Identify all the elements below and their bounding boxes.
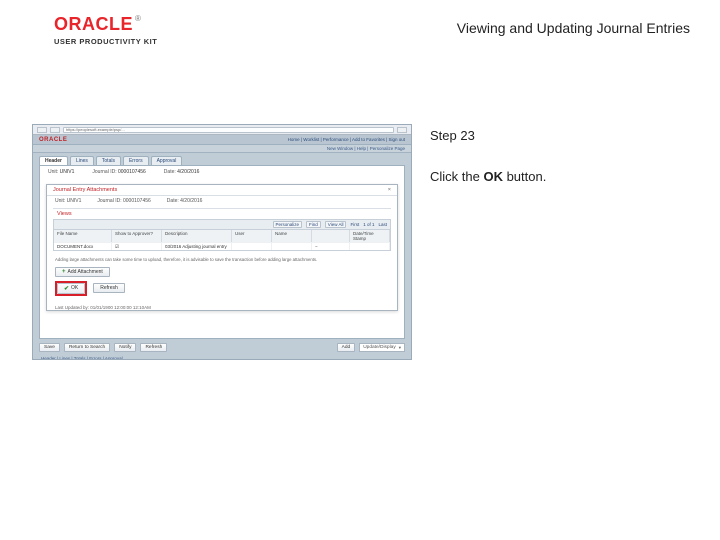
col-user: User — [232, 230, 272, 242]
app-header-links[interactable]: Home | Worklist | Performance | Add to F… — [288, 137, 405, 142]
ok-button-highlight: ✔OK — [55, 281, 87, 296]
header-fields: Unit: UNIV1 Journal ID: 0000107456 Date:… — [40, 166, 404, 178]
dialog-unit-value: UNIV1 — [67, 198, 82, 204]
cell-name — [272, 242, 312, 250]
journalid-value: 0000107456 — [118, 169, 146, 175]
brand-subtitle: USER PRODUCTIVITY KIT — [54, 37, 157, 46]
cell-description[interactable]: 03/2016 Adjusting journal entry — [162, 242, 232, 250]
dialog-header-fields: Unit: UNIV1 Journal ID: 0000107456 Date:… — [47, 196, 397, 206]
cell-filename[interactable]: DOCUMENT.docx — [54, 242, 112, 250]
embedded-screenshot: https://peoplesoft.example/psp/... ORACL… — [32, 124, 412, 360]
browser-toolbar: https://peoplesoft.example/psp/... — [33, 125, 411, 135]
tab-totals[interactable]: Totals — [96, 156, 121, 165]
tab-strip: Header Lines Totals Errors Approval — [33, 153, 411, 165]
instruction-text: Click the OK button. — [430, 169, 690, 184]
return-search-button[interactable]: Return to Search — [64, 343, 110, 352]
cell-showapprover[interactable]: ☑ — [112, 242, 162, 250]
tab-approval[interactable]: Approval — [151, 156, 183, 165]
save-button[interactable]: Save — [39, 343, 60, 352]
ok-label: OK — [71, 285, 78, 291]
last-updated-value: 01/01/1900 12:00:00 12:10AM — [90, 305, 151, 310]
date-label: Date: — [164, 169, 176, 175]
journalid-label: Journal ID: — [92, 169, 116, 175]
dialog-date-label: Date: — [167, 198, 179, 204]
last-updated: Last Updated by: 01/01/1900 12:00:00 12:… — [47, 302, 397, 310]
instruction-before: Click the — [430, 169, 483, 184]
grid-viewall[interactable]: View All — [325, 221, 347, 228]
check-icon: ✔ — [64, 285, 69, 292]
col-filename: File Name — [54, 230, 112, 242]
refresh-button[interactable]: Refresh — [93, 283, 125, 293]
add-button[interactable]: Add — [337, 343, 356, 352]
page-action-bar: Save Return to Search Notify Refresh Add… — [39, 343, 405, 352]
step-label: Step 23 — [430, 128, 690, 143]
attachment-note: Adding large attachments can take some t… — [55, 257, 389, 263]
main-panel: Unit: UNIV1 Journal ID: 0000107456 Date:… — [39, 165, 405, 339]
date-value: 4/20/2016 — [177, 169, 199, 175]
browser-back-icon[interactable] — [37, 127, 47, 133]
app-header: ORACLE Home | Worklist | Performance | A… — [33, 135, 411, 145]
instruction-bold: OK — [483, 169, 503, 184]
page-refresh-button[interactable]: Refresh — [140, 343, 167, 352]
cell-user — [232, 242, 272, 250]
notify-button[interactable]: Notify — [114, 343, 136, 352]
col-name: Name — [272, 230, 312, 242]
brand-logo: ORACLE® USER PRODUCTIVITY KIT — [54, 14, 157, 46]
brand-tm: ® — [135, 14, 141, 23]
grid-counter: 1 of 1 — [363, 222, 374, 227]
update-display-select[interactable]: Update/Display — [359, 343, 405, 352]
add-attachment-label: Add Attachment — [68, 269, 103, 275]
browser-forward-icon[interactable] — [50, 127, 60, 133]
tab-lines[interactable]: Lines — [70, 156, 94, 165]
dialog-unit-label: Unit: — [55, 198, 65, 204]
browser-menu-icon[interactable] — [397, 127, 407, 133]
close-icon[interactable]: × — [388, 187, 391, 193]
plus-icon: + — [62, 269, 66, 275]
views-section-label: Views — [53, 208, 391, 219]
ok-button[interactable]: ✔OK — [57, 283, 85, 294]
col-showapprover: Show to Approver? — [112, 230, 162, 242]
grid-toolbar: Personalize Find View All First 1 of 1 L… — [53, 219, 391, 230]
instruction-after: button. — [503, 169, 546, 184]
col-blank — [312, 230, 350, 242]
col-description: Description — [162, 230, 232, 242]
dialog-title: Journal Entry Attachments — [53, 187, 117, 193]
cell-delete-icon[interactable]: − — [312, 242, 350, 250]
bottom-tab-links[interactable]: Header | Lines | Totals | Errors | Appro… — [41, 356, 403, 360]
app-subheader-links[interactable]: New Window | Help | Personalize Page — [33, 145, 411, 153]
last-updated-label: Last Updated by: — [55, 305, 89, 310]
brand-name: ORACLE — [54, 14, 133, 34]
unit-label: Unit: — [48, 169, 58, 175]
tab-header[interactable]: Header — [39, 156, 68, 165]
cell-datetime — [350, 242, 390, 250]
attachments-dialog: Journal Entry Attachments × Unit: UNIV1 … — [46, 184, 398, 311]
instruction-panel: Step 23 Click the OK button. — [430, 128, 690, 184]
col-datetime: Date/Time Stamp — [350, 230, 390, 242]
dialog-jid-label: Journal ID: — [97, 198, 121, 204]
grid-find[interactable]: Find — [306, 221, 321, 228]
app-logo: ORACLE — [39, 137, 67, 143]
grid-last[interactable]: Last — [378, 222, 387, 227]
page-title: Viewing and Updating Journal Entries — [457, 20, 690, 36]
grid-first[interactable]: First — [350, 222, 359, 227]
attachments-table: File Name Show to Approver? Description … — [53, 230, 391, 251]
dialog-date-value: 4/20/2016 — [180, 198, 202, 204]
table-row: DOCUMENT.docx ☑ 03/2016 Adjusting journa… — [54, 242, 390, 250]
tab-errors[interactable]: Errors — [123, 156, 149, 165]
unit-value: UNIV1 — [60, 169, 75, 175]
grid-personalize[interactable]: Personalize — [273, 221, 303, 228]
address-bar[interactable]: https://peoplesoft.example/psp/... — [63, 127, 394, 133]
dialog-jid-value: 0000107456 — [123, 198, 151, 204]
add-attachment-button[interactable]: +Add Attachment — [55, 267, 110, 277]
